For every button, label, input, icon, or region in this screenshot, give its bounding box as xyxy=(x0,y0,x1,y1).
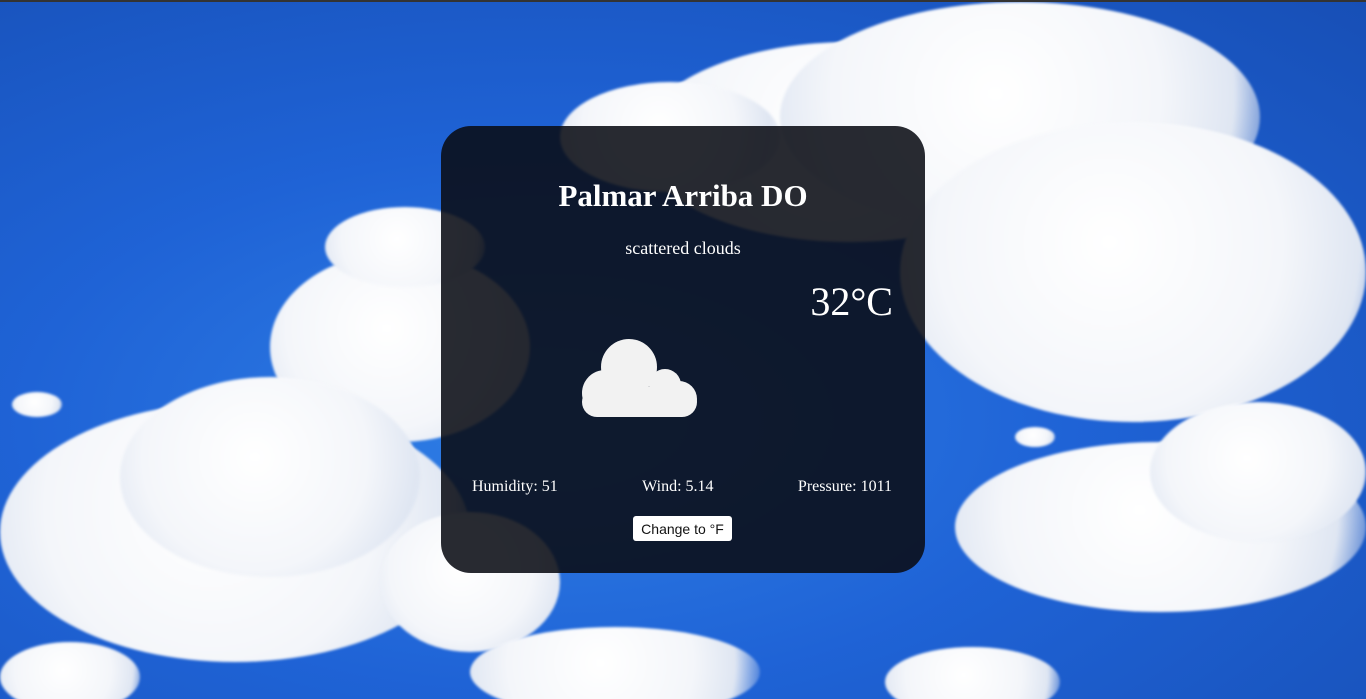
background-cloud xyxy=(1150,402,1366,542)
background-cloud xyxy=(12,392,62,417)
weather-stats: Humidity: 51 Wind: 5.14 Pressure: 1011 xyxy=(472,478,892,496)
pressure-value: Pressure: 1011 xyxy=(797,478,892,495)
background-cloud xyxy=(120,377,420,577)
cloud-icon xyxy=(582,339,697,417)
background-cloud xyxy=(885,647,1060,699)
background-cloud xyxy=(1015,427,1055,447)
background-cloud xyxy=(0,642,140,699)
change-unit-button[interactable]: Change to °F xyxy=(633,516,732,541)
background-cloud xyxy=(900,122,1366,422)
wind-value: Wind: 5.14 xyxy=(642,478,714,495)
city-name: Palmar Arriba DO xyxy=(558,178,808,213)
weather-card: Palmar Arriba DO scattered clouds 32°C H… xyxy=(441,126,925,573)
humidity-value: Humidity: 51 xyxy=(472,478,558,495)
weather-description: scattered clouds xyxy=(625,238,741,258)
temperature: 32°C xyxy=(810,279,893,324)
